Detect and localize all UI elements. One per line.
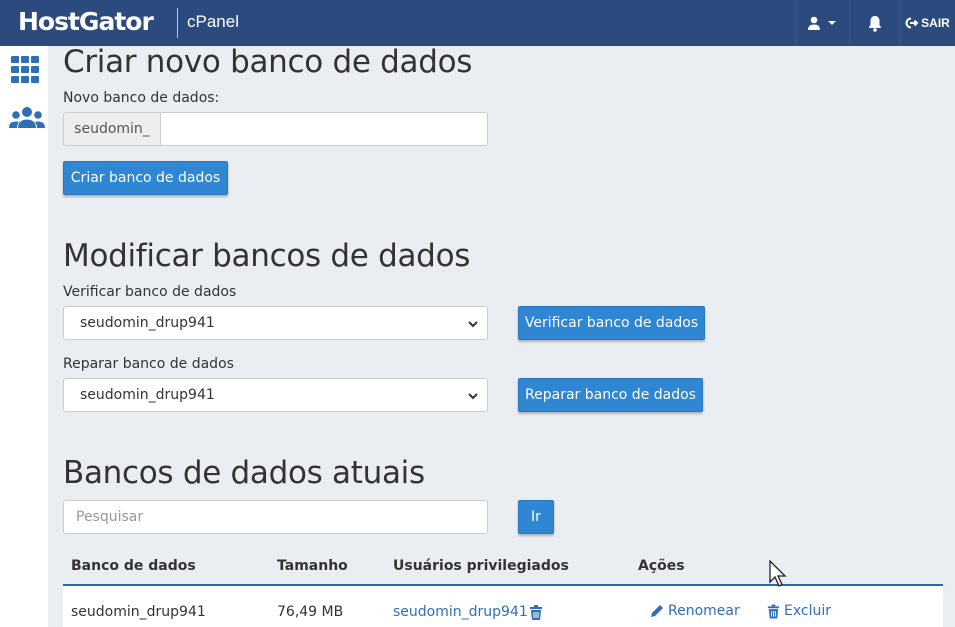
user-icon (807, 16, 820, 30)
pencil-icon (651, 605, 663, 617)
row-database-name: seudomin_drup941 (71, 604, 206, 620)
repair-db-select[interactable]: seudomin_drup941 (63, 378, 488, 412)
check-db-select[interactable]: seudomin_drup941 (63, 306, 488, 340)
mouse-cursor-icon (769, 560, 787, 587)
column-header-actions: Ações (638, 558, 685, 574)
logout-label: SAIR (921, 16, 950, 30)
product-name: cPanel (187, 12, 239, 31)
create-db-button[interactable]: Criar banco de dados (63, 161, 228, 195)
sidebar-item-tools[interactable] (9, 56, 41, 89)
chevron-down-icon (468, 393, 478, 400)
trash-icon (767, 604, 780, 618)
column-header-users: Usuários privilegiados (393, 558, 569, 574)
sidebar-item-users[interactable] (9, 106, 45, 137)
row-privileged-user: seudomin_drup941 (393, 604, 543, 620)
privileged-user-link[interactable]: seudomin_drup941 (393, 604, 528, 620)
repair-db-selected: seudomin_drup941 (80, 387, 215, 403)
chevron-down-icon (468, 321, 478, 328)
search-input[interactable] (63, 500, 488, 534)
db-prefix: seudomin_ (64, 113, 161, 145)
databases-table: Banco de dados Tamanho Usuários privileg… (63, 548, 943, 627)
row-size: 76,49 MB (277, 604, 344, 620)
rename-label: Renomear (668, 603, 740, 619)
repair-db-label: Reparar banco de dados (63, 356, 234, 372)
logout-button[interactable]: SAIR (899, 0, 955, 46)
new-db-input-group: seudomin_ (63, 112, 488, 146)
current-heading: Bancos de dados atuais (63, 455, 425, 491)
sign-out-icon (905, 17, 919, 29)
notifications-button[interactable] (849, 0, 899, 46)
top-right-controls: SAIR (795, 0, 955, 46)
users-icon (9, 107, 45, 128)
user-menu-button[interactable] (795, 0, 849, 46)
top-navbar: HostGator cPanel SAIR (0, 0, 955, 46)
grid-icon (11, 56, 39, 83)
check-db-label: Verificar banco de dados (63, 284, 237, 300)
check-db-button[interactable]: Verificar banco de dados (518, 306, 705, 340)
delete-action[interactable]: Excluir (767, 603, 831, 619)
brand-divider (177, 8, 178, 38)
new-db-name-input[interactable] (161, 113, 487, 145)
search-go-button[interactable]: Ir (518, 500, 554, 534)
rename-action[interactable]: Renomear (650, 603, 740, 619)
modify-heading: Modificar bancos de dados (63, 238, 471, 274)
check-db-selected: seudomin_drup941 (80, 315, 215, 331)
new-db-label: Novo banco de dados: (63, 90, 220, 106)
caret-down-icon (827, 21, 836, 25)
create-heading: Criar novo banco de dados (63, 44, 473, 80)
brand-logo[interactable]: HostGator (18, 7, 154, 36)
trash-icon[interactable] (529, 604, 543, 620)
sidebar (0, 46, 48, 627)
column-header-size[interactable]: Tamanho (277, 558, 348, 574)
delete-label: Excluir (784, 603, 831, 619)
table-header: Banco de dados Tamanho Usuários privileg… (63, 548, 943, 586)
column-header-database[interactable]: Banco de dados (71, 558, 196, 574)
bell-icon (868, 15, 881, 32)
repair-db-button[interactable]: Reparar banco de dados (518, 378, 703, 412)
